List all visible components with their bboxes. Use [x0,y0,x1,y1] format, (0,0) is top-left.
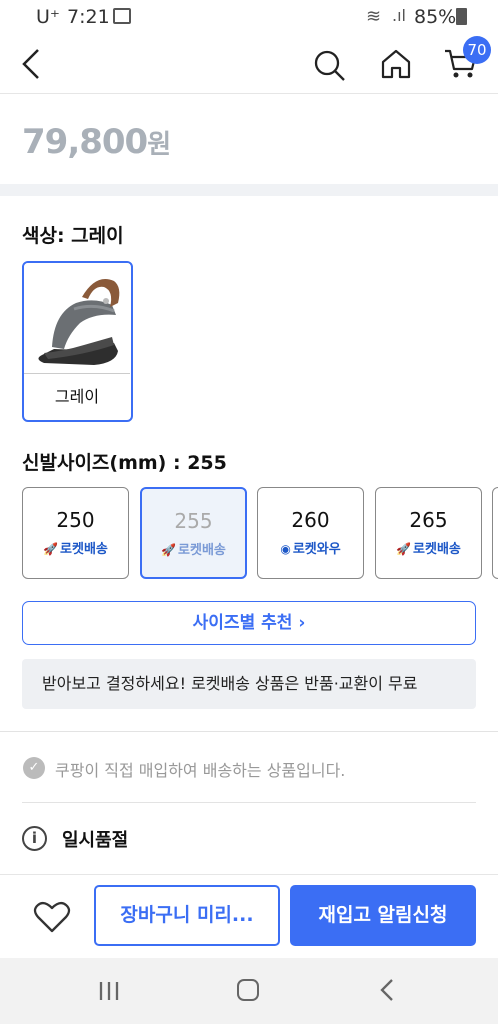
divider [22,802,476,803]
wishlist-heart-icon[interactable] [33,900,71,934]
top-app-bar: 70 [0,34,498,94]
add-to-cart-button[interactable]: 장바구니 미리... [94,885,280,946]
wifi-icon: ≋ [366,6,382,27]
size-option-label: 신발사이즈(mm) : 255 [22,452,227,474]
free-return-notice: 받아보고 결정하세요! 로켓배송 상품은 반품·교환이 무료 [22,659,476,709]
color-option-gray[interactable]: 그레이 [22,261,133,422]
delivery-badge: 🚀 로켓배송 [161,543,226,558]
divider [0,874,498,875]
home-icon[interactable] [380,48,412,80]
size-option-250[interactable]: 250 🚀 로켓배송 [22,487,129,579]
size-value: 265 [409,508,448,532]
stock-status: 일시품절 [62,830,129,851]
size-recommend-button[interactable]: 사이즈별 추천 › [22,601,476,645]
gallery-notification-icon [113,8,131,24]
size-value: 250 [56,508,95,532]
verified-check-icon: ✓ [23,757,45,779]
battery-level: 85% [414,6,457,28]
search-icon[interactable] [312,48,346,82]
price-unit: 원 [147,130,171,160]
delivery-badge: 🚀 로켓배송 [396,542,461,557]
divider [0,731,498,732]
product-thumbnail [24,263,130,373]
product-price: 79,800원 [22,122,171,162]
color-option-name: 그레이 [54,387,100,406]
signal-icon: .ıl [392,6,406,25]
recent-apps-icon[interactable] [98,980,120,1002]
rocket-wow-icon: ◉ [280,542,291,556]
size-option-255[interactable]: 255 🚀 로켓배송 [140,487,247,579]
status-bar: U⁺ 7:21 ≋ .ıl 85% [0,0,498,34]
size-option-265[interactable]: 265 🚀 로켓배송 [375,487,482,579]
battery-icon [456,8,467,25]
direct-purchase-text: 쿠팡이 직접 매입하여 배송하는 상품입니다. [55,761,346,780]
clock: 7:21 [67,6,110,28]
rocket-icon: 🚀 [43,542,59,556]
size-value: 260 [291,508,330,532]
delivery-badge: 🚀 로켓배송 [43,542,108,557]
price-amount: 79,800 [22,122,148,162]
carrier-label: U⁺ [36,6,60,28]
size-value: 255 [174,509,213,533]
color-option-label: 색상: 그레이 [22,225,124,247]
cart-count-badge: 70 [463,36,491,64]
delivery-badge: ◉ 로켓와우 [280,542,341,557]
size-option-260[interactable]: 260 ◉ 로켓와우 [257,487,364,579]
size-option-next-partial[interactable] [492,487,498,579]
home-nav-icon[interactable] [237,979,259,1001]
restock-notify-button[interactable]: 재입고 알림신청 [290,885,476,946]
back-nav-icon[interactable] [378,978,396,1002]
section-separator [0,184,498,196]
info-icon: i [22,826,47,851]
back-arrow-icon[interactable] [20,48,42,80]
rocket-icon: 🚀 [161,543,177,557]
rocket-icon: 🚀 [396,542,412,556]
